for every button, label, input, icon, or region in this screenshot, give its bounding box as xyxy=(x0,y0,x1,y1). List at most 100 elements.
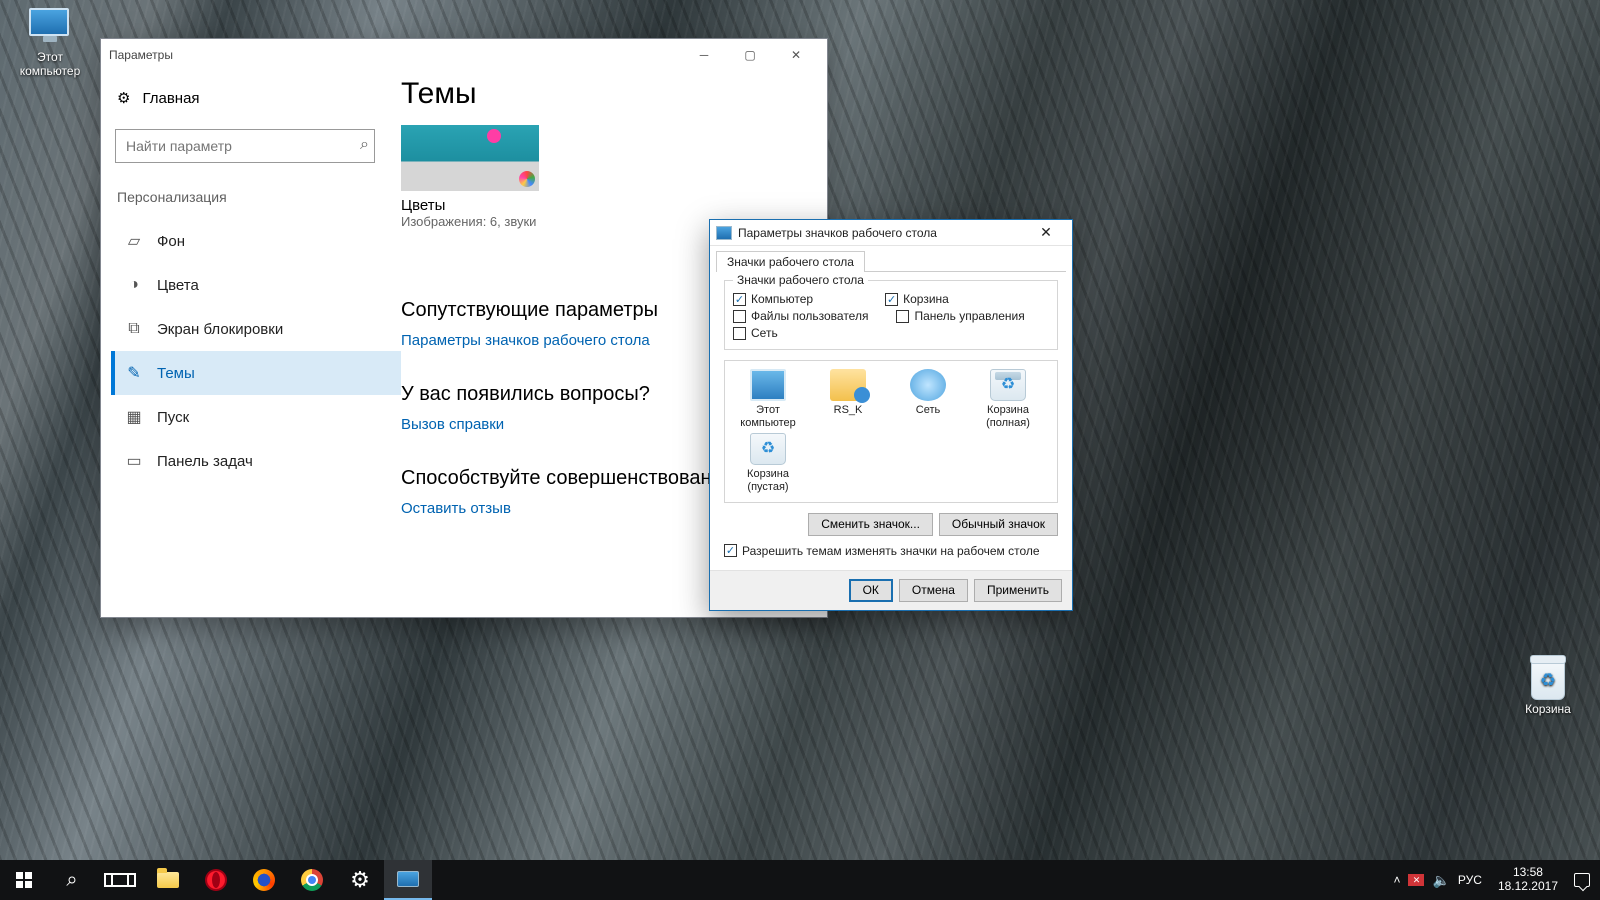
nav-label: Панель задач xyxy=(157,453,253,470)
taskbar-app-opera[interactable] xyxy=(192,860,240,900)
action-center-button[interactable] xyxy=(1574,873,1590,887)
nav-label: Фон xyxy=(157,233,185,250)
taskbar: РУС 13:58 18.12.2017 xyxy=(0,860,1600,900)
apply-button[interactable]: Применить xyxy=(974,579,1062,602)
taskbar-app-personalization[interactable] xyxy=(384,860,432,900)
task-view-icon xyxy=(111,873,129,887)
theme-thumbnail xyxy=(401,125,539,191)
nav-lockscreen[interactable]: ⧉ Экран блокировки xyxy=(111,307,401,351)
checkbox-label: Корзина xyxy=(903,292,949,306)
dialog-tab-desktop-icons[interactable]: Значки рабочего стола xyxy=(716,251,865,272)
group-title: Значки рабочего стола xyxy=(733,273,868,287)
icon-cell-user[interactable]: RS_K xyxy=(813,369,883,429)
brush-icon: ✎ xyxy=(125,364,143,382)
nav-home[interactable]: ⚙ Главная xyxy=(111,81,401,115)
checkbox-user-files[interactable]: Файлы пользователя xyxy=(733,309,868,323)
nav-themes[interactable]: ✎ Темы xyxy=(111,351,401,395)
taskbar-app-chrome[interactable] xyxy=(288,860,336,900)
computer-icon xyxy=(750,369,786,401)
nav-colors[interactable]: ◑ Цвета xyxy=(111,263,401,307)
dialog-icon xyxy=(716,226,732,240)
checkbox-allow-themes[interactable]: ✓Разрешить темам изменять значки на рабо… xyxy=(724,544,1058,558)
settings-sidebar: ⚙ Главная ⌕ Персонализация ▱ Фон ◑ Цвета… xyxy=(101,71,401,617)
taskbar-app-settings[interactable] xyxy=(336,860,384,900)
task-view-button[interactable] xyxy=(96,860,144,900)
dialog-close-button[interactable]: ✕ xyxy=(1026,220,1066,246)
security-alert-icon[interactable] xyxy=(1408,874,1424,886)
recycle-bin-full-icon xyxy=(990,369,1026,401)
taskbar-search[interactable] xyxy=(48,860,96,900)
theme-card[interactable]: Цветы Изображения: 6, звуки xyxy=(401,125,539,229)
checkbox-label: Файлы пользователя xyxy=(751,309,868,323)
tray-overflow-button[interactable] xyxy=(1393,873,1400,887)
checkbox-recycle-bin[interactable]: ✓Корзина xyxy=(885,292,949,306)
settings-title: Параметры xyxy=(109,48,173,62)
nav-label: Цвета xyxy=(157,277,199,294)
checkbox-network[interactable]: Сеть xyxy=(733,326,778,340)
gear-icon: ⚙ xyxy=(117,89,130,107)
checkbox-computer[interactable]: ✓Компьютер xyxy=(733,292,813,306)
volume-icon[interactable] xyxy=(1432,872,1449,889)
nav-taskbar[interactable]: ▭ Панель задач xyxy=(111,439,401,483)
sidebar-category: Персонализация xyxy=(111,183,401,219)
desktop-icon-settings-dialog: Параметры значков рабочего стола ✕ Значк… xyxy=(709,219,1073,611)
nav-background[interactable]: ▱ Фон xyxy=(111,219,401,263)
change-icon-button[interactable]: Сменить значок... xyxy=(808,513,933,536)
search-input[interactable] xyxy=(115,129,375,163)
nav-label: Темы xyxy=(157,365,195,382)
taskbar-clock[interactable]: 13:58 18.12.2017 xyxy=(1490,866,1566,894)
icon-label: Корзина (полная) xyxy=(973,404,1043,429)
minimize-button[interactable]: ─ xyxy=(681,39,727,71)
checkbox-control-panel[interactable]: Панель управления xyxy=(896,309,1024,323)
close-button[interactable]: ✕ xyxy=(773,39,819,71)
start-icon: ▦ xyxy=(125,408,143,426)
ok-button[interactable]: ОК xyxy=(849,579,893,602)
default-icon-button[interactable]: Обычный значок xyxy=(939,513,1058,536)
maximize-button[interactable]: ▢ xyxy=(727,39,773,71)
group-desktop-icons: Значки рабочего стола ✓Компьютер ✓Корзин… xyxy=(724,280,1058,350)
opera-icon xyxy=(205,869,227,891)
theme-name: Цветы xyxy=(401,197,539,214)
computer-icon xyxy=(29,8,69,36)
gear-icon xyxy=(350,867,370,893)
clock-time: 13:58 xyxy=(1498,866,1558,880)
icon-label: Сеть xyxy=(893,404,963,417)
checkbox-label: Сеть xyxy=(751,326,778,340)
taskbar-icon: ▭ xyxy=(125,452,143,470)
start-button[interactable] xyxy=(0,860,48,900)
lockscreen-icon: ⧉ xyxy=(125,320,143,338)
firefox-icon xyxy=(253,869,275,891)
cancel-button[interactable]: Отмена xyxy=(899,579,968,602)
icon-label: Корзина (пустая) xyxy=(733,468,803,493)
icon-label: Этот компьютер xyxy=(733,404,803,429)
nav-label: Главная xyxy=(142,90,199,107)
icon-cell-network[interactable]: Сеть xyxy=(893,369,963,429)
search-icon xyxy=(66,869,77,892)
clock-date: 18.12.2017 xyxy=(1498,880,1558,894)
taskbar-app-firefox[interactable] xyxy=(240,860,288,900)
recycle-bin-icon xyxy=(1531,660,1565,700)
input-language[interactable]: РУС xyxy=(1458,873,1482,887)
chrome-icon xyxy=(301,869,323,891)
settings-titlebar[interactable]: Параметры ─ ▢ ✕ xyxy=(101,39,827,71)
icon-preview-grid: Этот компьютер RS_K Сеть Корзина (полная… xyxy=(724,360,1058,503)
icon-label: RS_K xyxy=(813,404,883,417)
windows-icon xyxy=(16,872,32,888)
taskbar-app-explorer[interactable] xyxy=(144,860,192,900)
theme-subtitle: Изображения: 6, звуки xyxy=(401,214,539,229)
icon-cell-bin-empty[interactable]: Корзина (пустая) xyxy=(733,433,803,493)
nav-label: Пуск xyxy=(157,409,189,426)
dialog-titlebar[interactable]: Параметры значков рабочего стола ✕ xyxy=(710,220,1072,246)
desktop-icon-recycle-bin[interactable]: Корзина xyxy=(1508,660,1588,716)
icon-cell-bin-full[interactable]: Корзина (полная) xyxy=(973,369,1043,429)
recycle-bin-empty-icon xyxy=(750,433,786,465)
search-icon: ⌕ xyxy=(360,136,369,154)
desktop-icon-this-pc[interactable]: Этот компьютер xyxy=(10,8,90,78)
checkbox-label: Панель управления xyxy=(914,309,1024,323)
user-folder-icon xyxy=(830,369,866,401)
palette-icon: ◑ xyxy=(125,276,143,294)
desktop-icon-label: Этот компьютер xyxy=(10,50,90,78)
network-icon xyxy=(910,369,946,401)
icon-cell-this-pc[interactable]: Этот компьютер xyxy=(733,369,803,429)
nav-start[interactable]: ▦ Пуск xyxy=(111,395,401,439)
